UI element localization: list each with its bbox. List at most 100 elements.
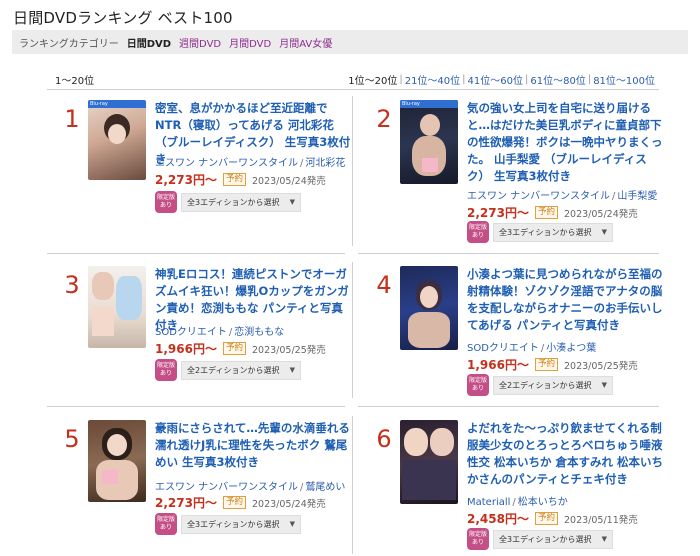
divider (352, 96, 353, 246)
price: 2,458円〜 (467, 512, 529, 526)
ranking-item: 4 小湊よつ葉に見つめられながら至福の射精体験！ゾクゾク淫語でアナタの脳を支配し… (364, 266, 664, 416)
edition-select[interactable]: 全2エディションから選択 ▼ (181, 360, 301, 380)
chevron-down-icon: ▼ (289, 366, 295, 374)
maker-link[interactable]: エスワン ナンバーワンスタイル (155, 158, 298, 169)
rank-number: 3 (64, 271, 80, 299)
maker-link[interactable]: Materiall (467, 497, 510, 508)
edition-select-label: 全2エディションから選択 (499, 380, 592, 390)
range-link-21-40[interactable]: 21位〜40位 (405, 72, 460, 87)
category-weekly-dvd[interactable]: 週間DVD (179, 35, 221, 50)
limited-edition-badge: 限定版あり (467, 221, 489, 243)
release-date: 2023/05/25発売 (251, 344, 326, 356)
product-cover-image[interactable] (88, 420, 146, 502)
edition-row: 限定版あり 全2エディションから選択 ▼ (155, 359, 301, 381)
actress-link[interactable]: 山手梨愛 (617, 191, 657, 202)
divider (352, 262, 353, 398)
category-bar: ランキングカテゴリー 日間DVD 週間DVD 月間DVD 月間AV女優 (12, 30, 688, 54)
price-row: 2,458円〜 予約 2023/05/11発売 (467, 510, 638, 527)
edition-row: 限定版あり 全2エディションから選択 ▼ (467, 374, 613, 396)
actress-link[interactable]: 恋渕ももな (234, 327, 284, 338)
category-monthly-actress[interactable]: 月間AV女優 (279, 35, 332, 50)
preorder-badge: 予約 (222, 173, 246, 186)
edition-select-label: 全3エディションから選択 (187, 197, 280, 207)
rank-number: 5 (64, 425, 80, 453)
price-row: 2,273円〜 予約 2023/05/24発売 (467, 204, 638, 221)
price: 2,273円〜 (467, 206, 529, 220)
chevron-down-icon: ▼ (601, 381, 607, 389)
preorder-badge: 予約 (534, 358, 558, 371)
limited-edition-badge: 限定版あり (155, 359, 177, 381)
product-cover-image[interactable]: Blu-ray (88, 100, 146, 180)
limited-edition-badge: 限定版あり (467, 528, 489, 550)
range-link-61-80[interactable]: 61位〜80位 (530, 72, 585, 87)
rank-number: 2 (376, 105, 392, 133)
product-cover-image[interactable] (400, 266, 458, 350)
actress-link[interactable]: 松本いちか (518, 497, 568, 508)
product-title-link[interactable]: 気の強い女上司を自宅に送り届けると…はだけた美巨乳ボディに童貞部下の性欲爆発！ボ… (467, 100, 664, 185)
edition-select[interactable]: 全3エディションから選択 ▼ (181, 192, 301, 212)
preorder-badge: 予約 (534, 512, 558, 525)
price-row: 1,966円〜 予約 2023/05/25発売 (155, 340, 326, 357)
divider (358, 253, 659, 254)
price-row: 2,273円〜 予約 2023/05/24発売 (155, 494, 326, 511)
range-link-1-20: 1位〜20位 (348, 76, 398, 87)
product-meta: エスワン ナンバーワンスタイル / 河北彩花 (155, 158, 346, 169)
ranking-item: 6 よだれをた〜っぷり飲ませてくれる制服美少女のとろっとろベロちゅう唾液性交 松… (364, 420, 664, 556)
range-link-81-100[interactable]: 81位〜100位 (593, 72, 655, 87)
price-row: 1,966円〜 予約 2023/05/25発売 (467, 356, 638, 373)
divider (47, 253, 345, 254)
product-cover-image[interactable] (88, 266, 146, 348)
product-title-link[interactable]: 豪雨にさらされて…先輩の水滴垂れる濡れ透けJ乳に理性を失ったボク 鷲尾めい 生写… (155, 420, 352, 471)
actress-link[interactable]: 河北彩花 (305, 158, 345, 169)
edition-select[interactable]: 全3エディションから選択 ▼ (493, 222, 613, 242)
maker-link[interactable]: SODクリエイト (467, 343, 539, 354)
actress-link[interactable]: 鷲尾めい (305, 482, 345, 493)
edition-row: 限定版あり 全3エディションから選択 ▼ (467, 221, 613, 243)
edition-select-label: 全3エディションから選択 (499, 227, 592, 237)
preorder-badge: 予約 (222, 342, 246, 355)
edition-row: 限定版あり 全3エディションから選択 ▼ (155, 191, 301, 213)
product-meta: エスワン ナンバーワンスタイル / 鷲尾めい (155, 482, 346, 493)
divider (47, 89, 659, 90)
category-monthly-dvd[interactable]: 月間DVD (229, 35, 271, 50)
edition-select[interactable]: 全2エディションから選択 ▼ (493, 375, 613, 395)
price: 1,966円〜 (155, 342, 217, 356)
product-meta: Materiall / 松本いちか (467, 497, 568, 508)
product-cover-image[interactable]: Blu-ray (400, 100, 458, 184)
edition-row: 限定版あり 全3エディションから選択 ▼ (467, 528, 613, 550)
range-link-41-60[interactable]: 41位〜60位 (468, 72, 523, 87)
page-title: 日間DVDランキング ベスト100 (13, 9, 233, 27)
product-meta: SODクリエイト / 小湊よつ葉 (467, 343, 597, 354)
maker-link[interactable]: エスワン ナンバーワンスタイル (467, 191, 610, 202)
product-cover-image[interactable] (400, 420, 458, 504)
edition-select-label: 全3エディションから選択 (187, 519, 280, 529)
chevron-down-icon: ▼ (289, 198, 295, 206)
maker-link[interactable]: SODクリエイト (155, 327, 227, 338)
release-date: 2023/05/24発売 (251, 175, 326, 187)
ranking-item: 1 Blu-ray 密室、息がかかるほど至近距離でNTR（寝取）ってあげる 河北… (52, 100, 352, 250)
edition-select-label: 全3エディションから選択 (499, 534, 592, 544)
category-daily-dvd: 日間DVD (126, 38, 172, 50)
limited-edition-badge: 限定版あり (467, 374, 489, 396)
price: 2,273円〜 (155, 173, 217, 187)
preorder-badge: 予約 (534, 206, 558, 219)
edition-select[interactable]: 全3エディションから選択 ▼ (493, 529, 613, 549)
price: 2,273円〜 (155, 496, 217, 510)
rank-number: 4 (376, 271, 392, 299)
product-title-link[interactable]: 小湊よつ葉に見つめられながら至福の射精体験！ゾクゾク淫語でアナタの脳を支配しなが… (467, 266, 664, 334)
maker-link[interactable]: エスワン ナンバーワンスタイル (155, 482, 298, 493)
release-date: 2023/05/24発売 (251, 498, 326, 510)
limited-edition-badge: 限定版あり (155, 191, 177, 213)
release-date: 2023/05/25発売 (563, 360, 638, 372)
actress-link[interactable]: 小湊よつ葉 (546, 343, 596, 354)
divider (352, 416, 353, 554)
rank-number: 6 (376, 425, 392, 453)
range-current: 1〜20位 (55, 76, 95, 87)
edition-select[interactable]: 全3エディションから選択 ▼ (181, 514, 301, 534)
range-pagination: 1位〜20位 | 21位〜40位 | 41位〜60位 | 61位〜80位 | 8… (348, 72, 655, 87)
limited-edition-badge: 限定版あり (155, 513, 177, 535)
preorder-badge: 予約 (222, 496, 246, 509)
product-title-link[interactable]: よだれをた〜っぷり飲ませてくれる制服美少女のとろっとろベロちゅう唾液性交 松本い… (467, 420, 664, 488)
ranking-item: 2 Blu-ray 気の強い女上司を自宅に送り届けると…はだけた美巨乳ボディに童… (364, 100, 664, 250)
chevron-down-icon: ▼ (601, 228, 607, 236)
